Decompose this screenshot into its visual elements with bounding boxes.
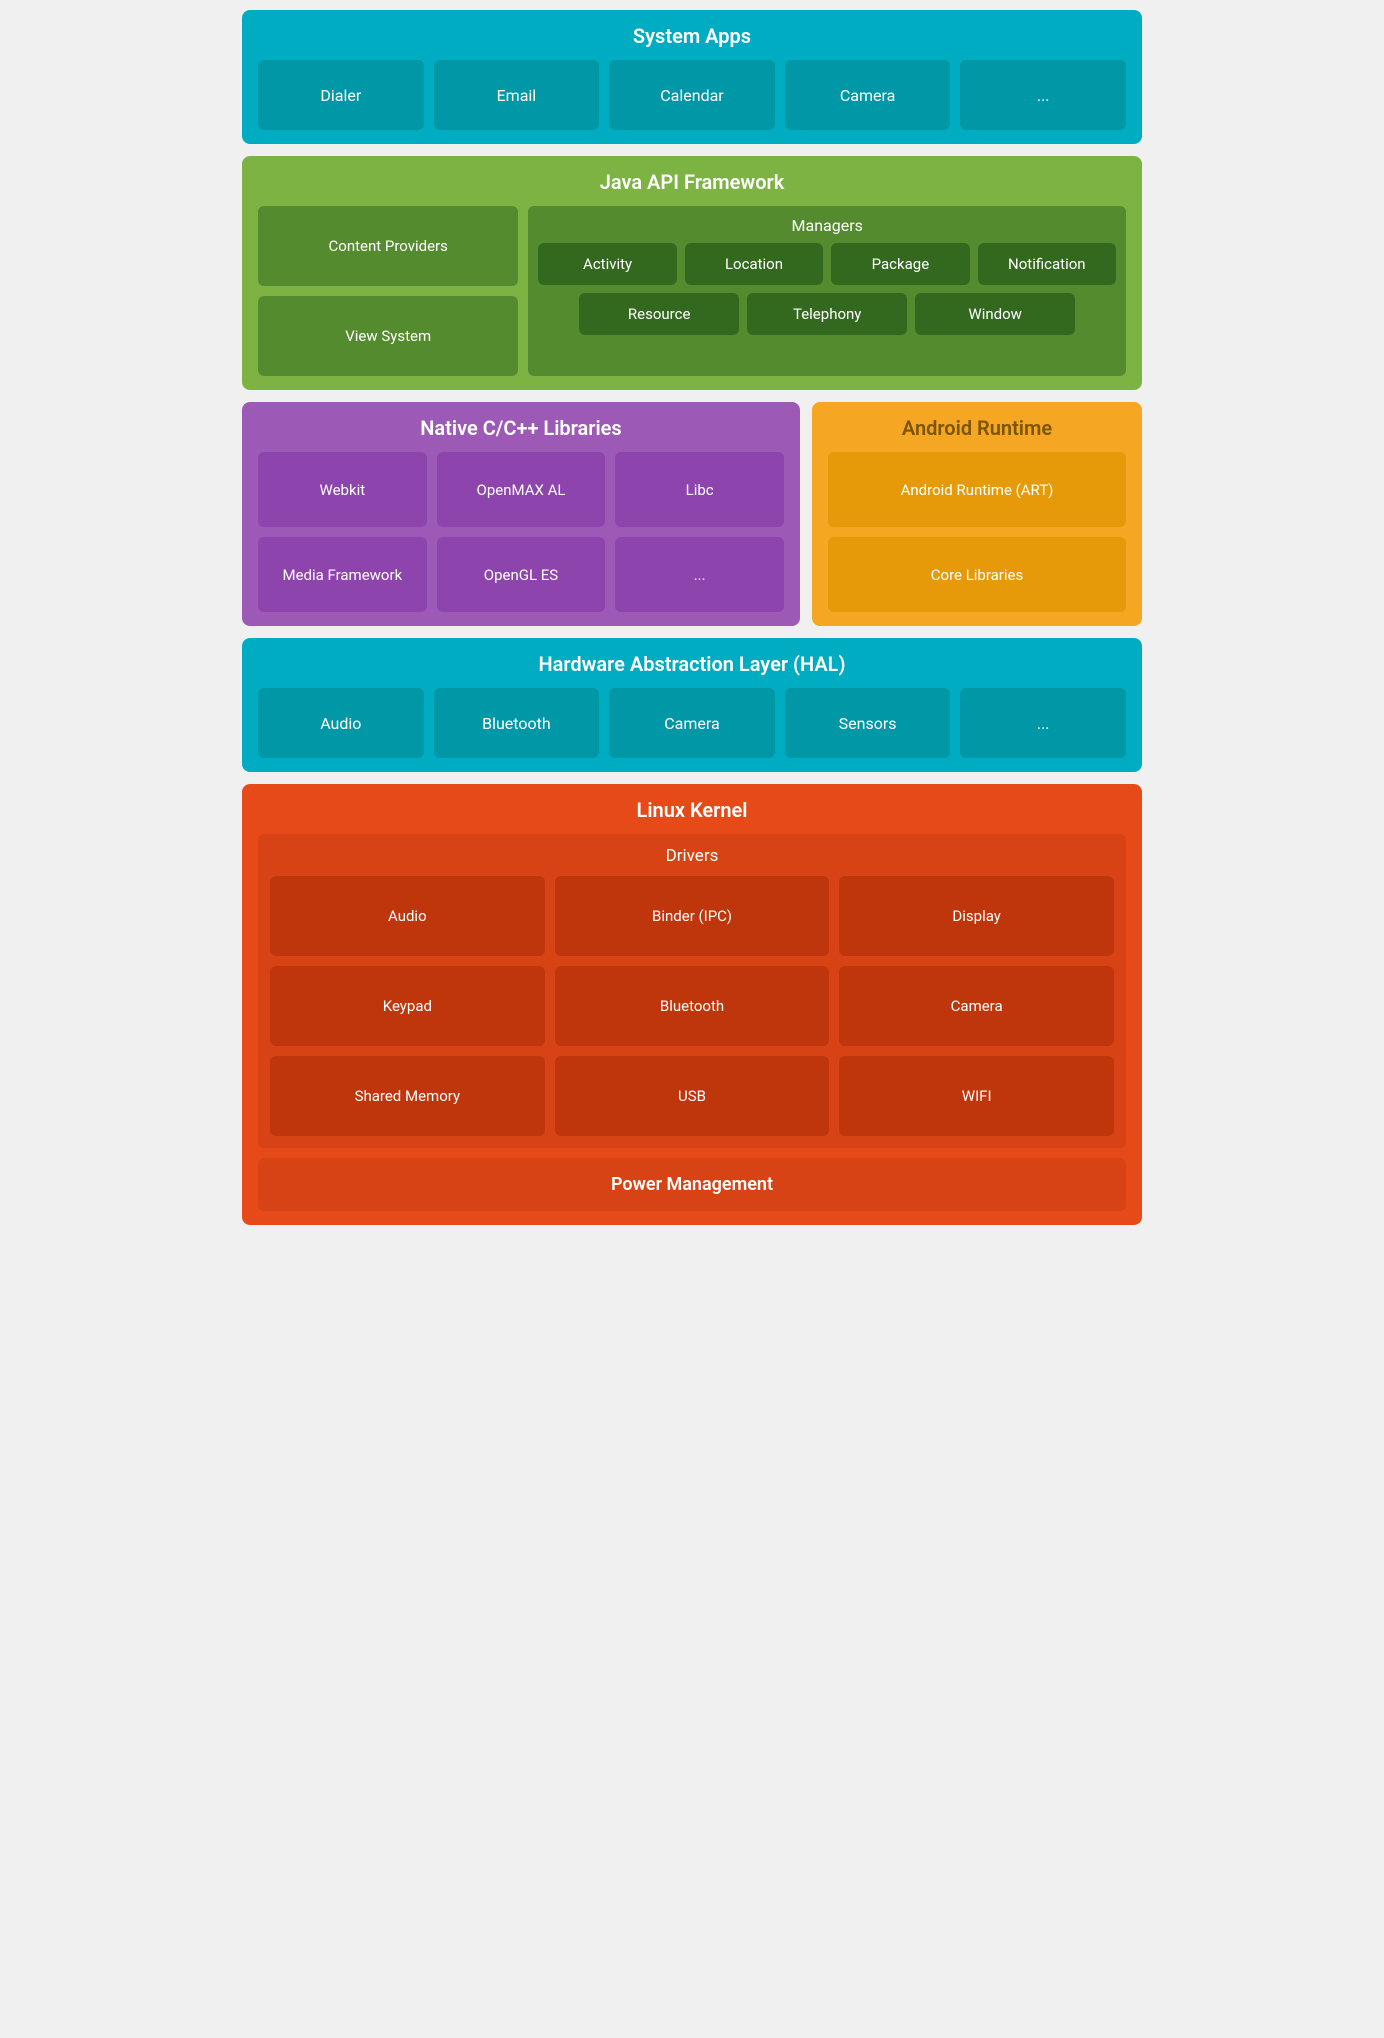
tile-openmax: OpenMAX AL	[437, 452, 606, 527]
tile-email: Email	[434, 60, 600, 130]
tile-notification: Notification	[978, 243, 1116, 285]
system-apps-title: System Apps	[258, 24, 1126, 48]
tile-wifi-driver: WIFI	[839, 1056, 1114, 1136]
native-tiles: Webkit OpenMAX AL Libc Media Framework O…	[258, 452, 784, 612]
tile-calendar: Calendar	[609, 60, 775, 130]
drivers-title: Drivers	[270, 846, 1114, 866]
tile-sensors-hal: Sensors	[785, 688, 951, 758]
tile-binder-driver: Binder (IPC)	[555, 876, 830, 956]
tile-activity: Activity	[538, 243, 676, 285]
tile-more-hal: ...	[960, 688, 1126, 758]
system-apps-tiles: Dialer Email Calendar Camera ...	[258, 60, 1126, 130]
tile-bluetooth-hal: Bluetooth	[434, 688, 600, 758]
system-apps-layer: System Apps Dialer Email Calendar Camera…	[242, 10, 1142, 144]
tile-audio-hal: Audio	[258, 688, 424, 758]
hal-tiles: Audio Bluetooth Camera Sensors ...	[258, 688, 1126, 758]
tile-opengl: OpenGL ES	[437, 537, 606, 612]
hal-layer: Hardware Abstraction Layer (HAL) Audio B…	[242, 638, 1142, 772]
tile-core-libraries: Core Libraries	[828, 537, 1126, 612]
tile-location: Location	[685, 243, 823, 285]
linux-inner: Drivers Audio Binder (IPC) Display Keypa…	[258, 834, 1126, 1148]
linux-title: Linux Kernel	[258, 798, 1126, 822]
tile-art: Android Runtime (ART)	[828, 452, 1126, 527]
tile-display-driver: Display	[839, 876, 1114, 956]
managers-grid: Activity Location Package Notification R…	[538, 243, 1116, 335]
managers-row-2: Resource Telephony Window	[538, 293, 1116, 335]
tile-usb-driver: USB	[555, 1056, 830, 1136]
runtime-title: Android Runtime	[828, 416, 1126, 440]
java-api-layer: Java API Framework Content Providers Vie…	[242, 156, 1142, 390]
tile-shared-memory-driver: Shared Memory	[270, 1056, 545, 1136]
managers-row-1: Activity Location Package Notification	[538, 243, 1116, 285]
tile-bluetooth-driver: Bluetooth	[555, 966, 830, 1046]
tile-window: Window	[915, 293, 1075, 335]
tile-content-providers: Content Providers	[258, 206, 518, 286]
java-content: Content Providers View System Managers A…	[258, 206, 1126, 376]
tile-dialer: Dialer	[258, 60, 424, 130]
power-management: Power Management	[258, 1158, 1126, 1211]
tile-media-framework: Media Framework	[258, 537, 427, 612]
native-runtime-row: Native C/C++ Libraries Webkit OpenMAX AL…	[242, 402, 1142, 626]
hal-title: Hardware Abstraction Layer (HAL)	[258, 652, 1126, 676]
tile-native-more: ...	[615, 537, 784, 612]
tile-more-apps: ...	[960, 60, 1126, 130]
native-layer: Native C/C++ Libraries Webkit OpenMAX AL…	[242, 402, 800, 626]
tile-audio-driver: Audio	[270, 876, 545, 956]
java-left: Content Providers View System	[258, 206, 518, 376]
managers-title: Managers	[538, 216, 1116, 235]
tile-camera-driver: Camera	[839, 966, 1114, 1046]
tile-view-system: View System	[258, 296, 518, 376]
runtime-tiles: Android Runtime (ART) Core Libraries	[828, 452, 1126, 612]
tile-package: Package	[831, 243, 969, 285]
runtime-layer: Android Runtime Android Runtime (ART) Co…	[812, 402, 1142, 626]
tile-telephony: Telephony	[747, 293, 907, 335]
drivers-grid: Audio Binder (IPC) Display Keypad Blueto…	[270, 876, 1114, 1136]
tile-resource: Resource	[579, 293, 739, 335]
tile-webkit: Webkit	[258, 452, 427, 527]
android-architecture-diagram: System Apps Dialer Email Calendar Camera…	[242, 10, 1142, 1225]
java-right: Managers Activity Location Package Notif…	[528, 206, 1126, 376]
tile-libc: Libc	[615, 452, 784, 527]
tile-keypad-driver: Keypad	[270, 966, 545, 1046]
tile-camera-hal: Camera	[609, 688, 775, 758]
linux-layer: Linux Kernel Drivers Audio Binder (IPC) …	[242, 784, 1142, 1225]
tile-camera-apps: Camera	[785, 60, 951, 130]
native-title: Native C/C++ Libraries	[258, 416, 784, 440]
java-api-title: Java API Framework	[258, 170, 1126, 194]
